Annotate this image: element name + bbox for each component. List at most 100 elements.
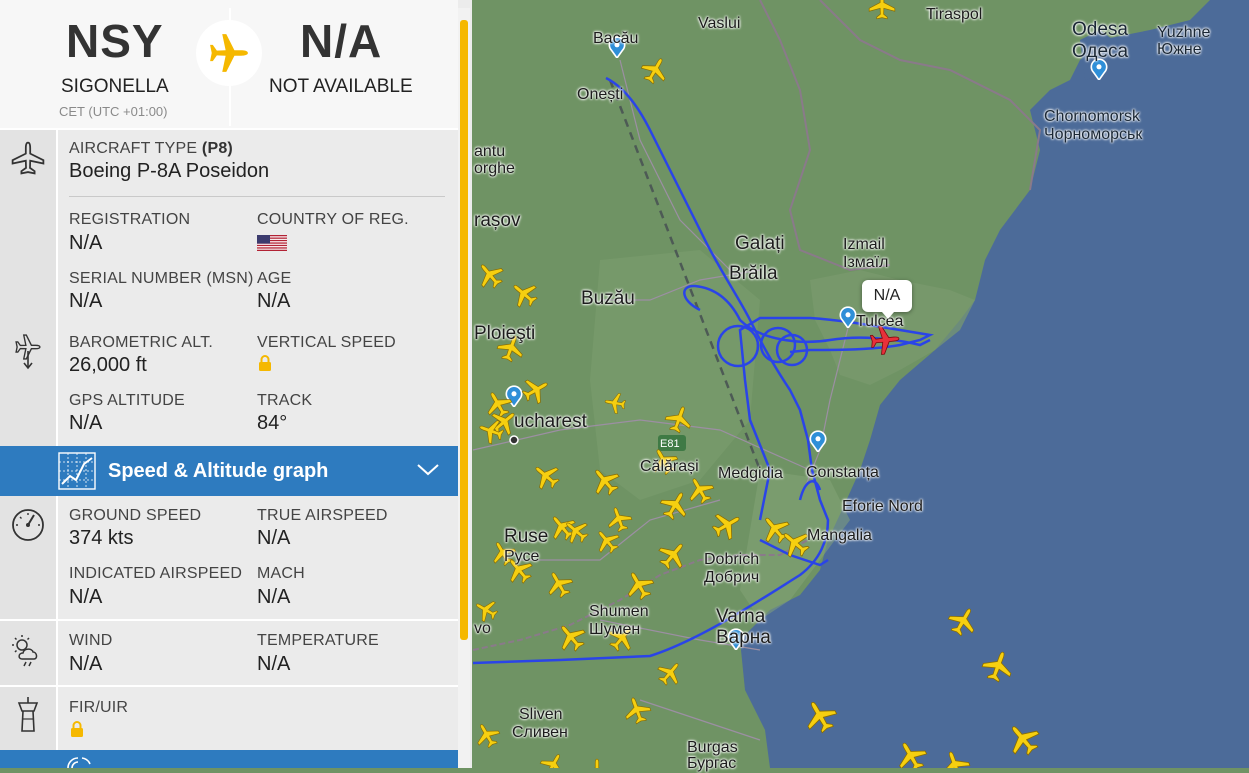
map-label-eforie-nord: Eforie Nord <box>842 498 923 515</box>
map-label-bucharest: ucharest <box>514 411 587 432</box>
country-label: COUNTRY OF REG. <box>257 211 409 228</box>
bucharest-capital-icon <box>509 435 519 445</box>
map-label-vaslui: Vaslui <box>698 15 741 32</box>
barometric-alt-value: 26,000 ft <box>69 354 147 376</box>
true-airspeed-value: N/A <box>257 527 291 549</box>
border-md-ua <box>819 0 1042 191</box>
map-label-burgas-cyr: Бургас <box>687 755 737 772</box>
map-label-ploiesti: Ploieşti <box>474 323 536 344</box>
route-header: NSY SIGONELLA CET (UTC +01:00) N/A NOT A… <box>0 0 458 130</box>
age-value: N/A <box>257 290 291 312</box>
map-label-constanta: Constanța <box>806 464 879 481</box>
flight-info-panel: NSY SIGONELLA CET (UTC +01:00) N/A NOT A… <box>0 0 472 768</box>
map-label-chornomorsk: Chornomorsk <box>1044 108 1141 125</box>
origin-code[interactable]: NSY <box>66 14 164 68</box>
temperature-value: N/A <box>257 653 291 675</box>
map-label-varna: Varna <box>716 606 766 627</box>
map-label-chornomorsk-cyr: Чорноморськ <box>1044 126 1143 143</box>
indicated-airspeed-label: INDICATED AIRSPEED <box>69 565 243 582</box>
destination-code[interactable]: N/A <box>300 14 382 68</box>
map-label-medgidia: Medgidia <box>718 465 783 482</box>
map-label-dobrich-cyr: Добрич <box>704 569 760 586</box>
map-label-tulcea: Tulcea <box>856 313 904 330</box>
registration-value: N/A <box>69 232 103 254</box>
scrollbar-thumb[interactable] <box>460 20 468 640</box>
map-label-odesa-cyr: Одеса <box>1072 41 1129 62</box>
true-airspeed-label: TRUE AIRSPEED <box>257 507 388 524</box>
us-flag-icon <box>257 235 287 251</box>
map-label-buzau: Buzău <box>581 288 635 309</box>
aircraft-divider <box>69 196 445 197</box>
map-label-varna-cyr: Варна <box>716 627 771 648</box>
temperature-label: TEMPERATURE <box>257 632 379 649</box>
mach-value: N/A <box>257 586 291 608</box>
fir-lock-icon[interactable] <box>70 721 84 737</box>
wind-value: N/A <box>69 653 103 675</box>
ground-speed-label: GROUND SPEED <box>69 507 202 524</box>
border-ro-md <box>759 0 891 272</box>
aircraft-callout[interactable]: N/A <box>862 280 912 319</box>
map-label-izmail-cyr: Ізмаїл <box>843 254 889 271</box>
map-label-shumen-cyr: Шумен <box>589 621 641 638</box>
vertical-speed-label: VERTICAL SPEED <box>257 334 396 351</box>
speedometer-icon <box>12 509 44 541</box>
speed-altitude-graph-bar[interactable]: Speed & Altitude graph <box>0 446 458 496</box>
map-label-orghe: orghe <box>474 160 515 177</box>
map-label-yuzhne-cyr: Южне <box>1157 41 1202 58</box>
age-label: AGE <box>257 270 292 287</box>
map-label-antu: antu <box>474 143 506 160</box>
destination-city[interactable]: NOT AVAILABLE <box>269 76 413 98</box>
black-sea <box>740 0 1249 768</box>
map-label-sliven: Sliven <box>519 706 563 723</box>
map-label-ruse: Ruse <box>504 526 549 547</box>
route-plane-badge <box>196 20 262 86</box>
fir-uir-label: FIR/UIR <box>69 699 129 716</box>
origin-city[interactable]: SIGONELLA <box>61 76 169 98</box>
map-label-mangalia: Mangalia <box>807 527 872 544</box>
map-label-braila: Brăila <box>729 263 778 284</box>
map-label-izmail: Izmail <box>843 236 885 253</box>
msn-value: N/A <box>69 290 103 312</box>
weather-icon <box>12 635 38 667</box>
map-label-onesti: Onești <box>577 86 624 103</box>
map-label-dobrich: Dobrich <box>704 551 760 568</box>
map-label-tiraspol: Tiraspol <box>926 6 983 23</box>
origin-timezone: CET (UTC +01:00) <box>59 104 168 119</box>
graph-bar-label: Speed & Altitude graph <box>108 460 329 482</box>
map-label-galati: Galați <box>735 233 785 254</box>
map-label-vo: vo <box>474 620 491 637</box>
control-tower-icon <box>17 697 39 732</box>
map-label-calarasi: Călărași <box>640 458 699 475</box>
map-label-yuzhne: Yuzhne <box>1157 24 1211 41</box>
bucharest-pin-icon <box>505 385 523 407</box>
constanta-pin-icon <box>809 430 827 452</box>
lock-icon[interactable] <box>258 355 272 371</box>
wind-label: WIND <box>69 632 113 649</box>
map-label-odesa: Odesa <box>1072 19 1128 40</box>
panel-scrollbar[interactable] <box>458 8 470 768</box>
chevron-down-icon[interactable] <box>416 463 440 477</box>
map-label-shumen: Shumen <box>589 603 649 620</box>
data-source-bar[interactable] <box>0 750 458 768</box>
map-label-ruse-cyr: Русе <box>504 548 540 565</box>
gps-altitude-label: GPS ALTITUDE <box>69 392 185 409</box>
aircraft-type-label: AIRCRAFT TYPE (P8) <box>69 140 233 157</box>
track-value: 84° <box>257 412 288 434</box>
ground-speed-value: 374 kts <box>69 527 134 549</box>
airplane-icon <box>210 34 248 72</box>
aircraft-icon <box>11 141 45 175</box>
map-label-sliven-cyr: Сливен <box>512 724 568 741</box>
track-label: TRACK <box>257 392 313 409</box>
gps-altitude-value: N/A <box>69 412 103 434</box>
graph-icon <box>58 452 96 490</box>
map-label-bacau: Bacău <box>593 30 639 47</box>
indicated-airspeed-value: N/A <box>69 586 103 608</box>
fir-section <box>0 687 458 750</box>
altitude-icon <box>15 334 41 370</box>
mach-label: MACH <box>257 565 305 582</box>
aircraft-type-value: Boeing P-8A Poseidon <box>69 160 270 182</box>
map-label-e81: E81 <box>660 438 680 450</box>
map-label-brasov: rașov <box>474 210 521 231</box>
registration-label: REGISTRATION <box>69 211 191 228</box>
barometric-alt-label: BAROMETRIC ALT. <box>69 334 214 351</box>
